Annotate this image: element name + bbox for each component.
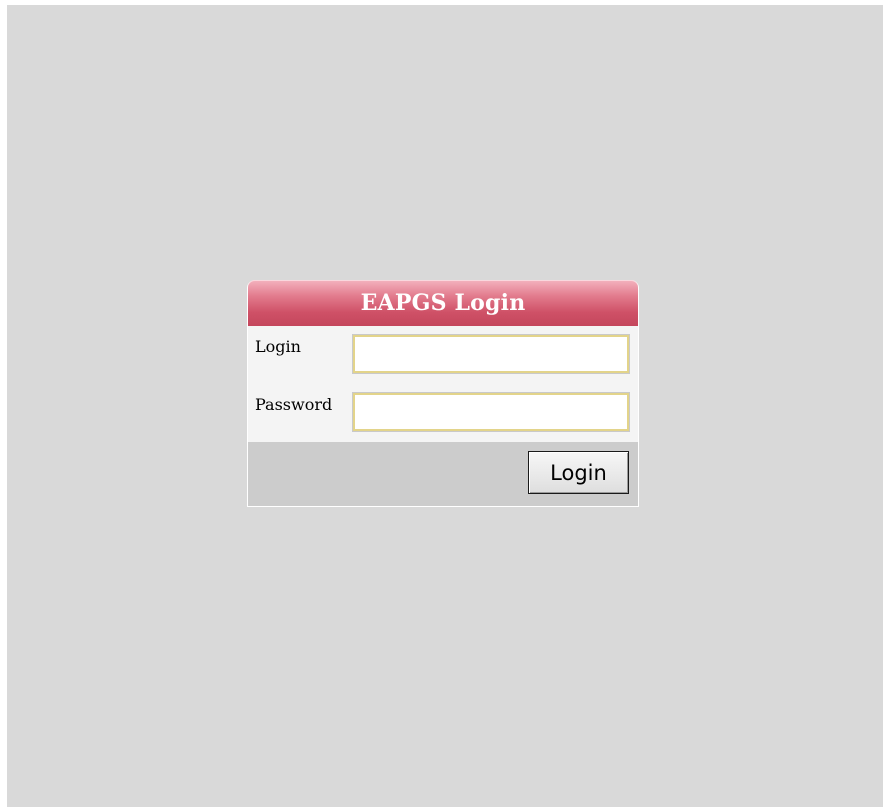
login-row: Login [248,326,638,384]
login-input[interactable] [352,334,630,374]
password-input-wrapper [352,384,630,432]
login-input-wrapper [352,326,630,374]
password-input[interactable] [352,392,630,432]
login-panel-header: EAPGS Login [248,280,638,326]
password-row: Password [248,384,638,442]
login-actions: Login [248,442,638,506]
login-button[interactable]: Login [528,451,629,494]
password-label: Password [255,395,333,414]
login-panel: EAPGS Login Login Password Login [247,280,639,507]
page-background: EAPGS Login Login Password Login [7,5,883,807]
login-panel-title: EAPGS Login [360,290,526,316]
login-label: Login [255,337,301,356]
